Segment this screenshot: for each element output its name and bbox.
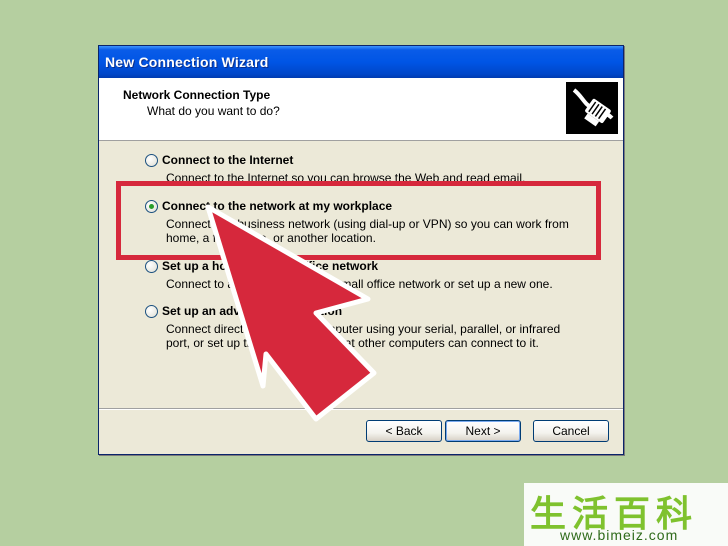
- watermark-url: www.bimeiz.com: [560, 527, 679, 543]
- cancel-button[interactable]: Cancel: [533, 420, 609, 442]
- option-label[interactable]: Connect to the network at my workplace: [162, 199, 392, 213]
- radio-internet[interactable]: [145, 154, 158, 167]
- button-separator: [99, 408, 623, 410]
- back-button[interactable]: < Back: [366, 420, 442, 442]
- radio-advanced[interactable]: [145, 305, 158, 318]
- option-description: Connect directly to another computer usi…: [166, 322, 561, 350]
- wizard-window: New Connection Wizard Network Connection…: [98, 45, 624, 455]
- option-label[interactable]: Set up a home or small office network: [162, 259, 378, 273]
- window-title: New Connection Wizard: [105, 54, 269, 70]
- option-description: Connect to the Internet so you can brows…: [166, 171, 526, 185]
- next-button[interactable]: Next >: [445, 420, 521, 442]
- header-title: Network Connection Type: [123, 88, 271, 102]
- option-label[interactable]: Set up an advanced connection: [162, 304, 342, 318]
- option-label[interactable]: Connect to the Internet: [162, 153, 293, 167]
- title-bar[interactable]: New Connection Wizard: [99, 46, 623, 78]
- watermark: 生活百科 www.bimeiz.com: [524, 483, 728, 546]
- option-description: Connect to a business network (using dia…: [166, 217, 569, 245]
- header-subtitle: What do you want to do?: [147, 104, 280, 118]
- radio-workplace[interactable]: [145, 200, 158, 213]
- wizard-header: Network Connection Type What do you want…: [99, 78, 623, 141]
- network-cable-icon: [566, 82, 618, 134]
- radio-home-network[interactable]: [145, 260, 158, 273]
- option-description: Connect to an existing home or small off…: [166, 277, 553, 291]
